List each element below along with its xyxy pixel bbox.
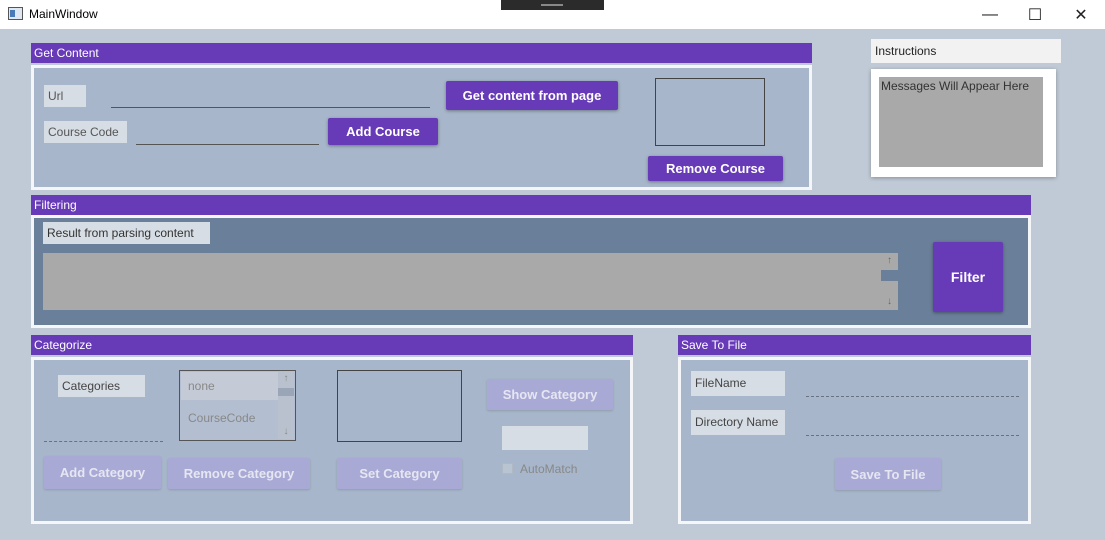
category-input[interactable] [44, 441, 163, 442]
scroll-up-icon[interactable]: ↑ [278, 373, 294, 384]
automatch-checkbox[interactable] [502, 463, 513, 474]
app-icon [8, 7, 23, 20]
add-course-button[interactable]: Add Course [328, 118, 438, 145]
instructions-header: Instructions [871, 39, 1061, 63]
categorize-header: Categorize [31, 335, 633, 355]
result-label: Result from parsing content [43, 222, 210, 244]
remove-course-button[interactable]: Remove Course [648, 156, 783, 181]
scroll-thumb[interactable] [881, 270, 898, 281]
close-button[interactable]: ✕ [1058, 0, 1104, 29]
window-title: MainWindow [29, 7, 98, 21]
drag-handle[interactable] [501, 0, 604, 10]
messages-textbox[interactable]: Messages Will Appear Here [879, 77, 1043, 167]
category-detail-box[interactable] [337, 370, 462, 442]
remove-category-button[interactable]: Remove Category [168, 458, 310, 489]
url-input[interactable] [111, 90, 430, 108]
set-category-button[interactable]: Set Category [337, 458, 462, 489]
directory-input[interactable] [806, 435, 1019, 436]
list-item[interactable]: CourseCode [181, 404, 278, 432]
scroll-thumb[interactable] [278, 388, 294, 396]
course-code-input[interactable] [136, 127, 319, 145]
categories-label: Categories [58, 375, 145, 397]
save-to-file-button[interactable]: Save To File [835, 458, 941, 490]
automatch-label: AutoMatch [520, 462, 578, 476]
scroll-up-icon[interactable]: ↑ [881, 255, 898, 266]
filtering-header: Filtering [31, 195, 1031, 215]
show-category-button[interactable]: Show Category [487, 379, 613, 410]
scroll-down-icon[interactable]: ↓ [881, 296, 898, 307]
get-content-header: Get Content [31, 43, 812, 63]
maximize-button[interactable]: ☐ [1012, 0, 1058, 29]
get-content-button[interactable]: Get content from page [446, 81, 618, 110]
save-to-file-header: Save To File [678, 335, 1031, 355]
directory-label: Directory Name [691, 410, 785, 435]
filename-label: FileName [691, 371, 785, 396]
scroll-down-icon[interactable]: ↓ [278, 426, 294, 437]
add-category-button[interactable]: Add Category [44, 456, 161, 489]
list-item[interactable]: none [181, 372, 278, 400]
course-code-label: Course Code [44, 121, 127, 143]
url-label: Url [44, 85, 86, 107]
minimize-button[interactable]: — [967, 0, 1013, 29]
filter-button[interactable]: Filter [933, 242, 1003, 312]
filename-input[interactable] [806, 396, 1019, 397]
course-list-box[interactable] [655, 78, 765, 146]
result-textbox[interactable] [43, 253, 881, 310]
automatch-input[interactable] [502, 426, 588, 450]
